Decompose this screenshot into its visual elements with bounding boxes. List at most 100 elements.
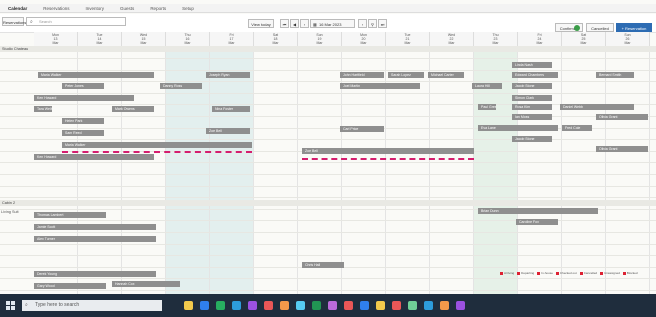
reservation-bar[interactable]: Helen Park	[62, 118, 104, 124]
app-icon[interactable]	[424, 301, 433, 310]
reservation-bar[interactable]: Alex Turner	[34, 236, 156, 242]
reservation-bar[interactable]: Ian Moss	[512, 114, 552, 120]
reservation-bar[interactable]: Sam Reed	[62, 130, 104, 136]
reservation-bar[interactable]: Tara Wells	[34, 106, 52, 112]
reservation-bar[interactable]: Ken Howard	[34, 95, 134, 101]
reservation-bar[interactable]: Michael Carter	[428, 72, 464, 78]
reservation-bar[interactable]: Danny Ross	[160, 83, 202, 89]
app-icon[interactable]	[392, 301, 401, 310]
reservation-bar[interactable]: Derek Young	[34, 271, 156, 277]
nav-tab-guests[interactable]: Guests	[112, 6, 142, 11]
reservation-bar[interactable]: Zoe Bell	[206, 128, 250, 134]
reservation-bar[interactable]: Maria Walker	[38, 72, 154, 78]
date-picker[interactable]: ▦ 16 Mar 2023	[310, 19, 355, 28]
app-icon[interactable]	[440, 301, 449, 310]
reservation-bar[interactable]: Caroline Fox	[516, 219, 558, 225]
day-column-header[interactable]: Wed 15 Mar	[122, 32, 166, 46]
app-icon[interactable]	[296, 301, 305, 310]
reservation-bar[interactable]: Chris Hall	[302, 262, 344, 268]
reservation-bar[interactable]: Paul Green	[478, 104, 496, 110]
prev-button[interactable]: ◀	[290, 19, 299, 28]
first-page-button[interactable]: ⏮	[280, 19, 289, 28]
nav-tab-calendar[interactable]: Calendar	[0, 6, 35, 11]
reservation-bar[interactable]: Jacob Stone	[512, 83, 552, 89]
next-day-button[interactable]: ›	[358, 19, 367, 28]
reservation-bar[interactable]: Zoe Bell	[302, 148, 474, 154]
reservation-bar[interactable]: Nina Foster	[212, 106, 250, 112]
day-column-header[interactable]: Mon 13 Mar	[34, 32, 78, 46]
reservation-bar[interactable]: Jacob Stone	[512, 136, 552, 142]
reservation-bar[interactable]: Maria Walker	[62, 142, 252, 148]
reservation-bar[interactable]: Peter Jones	[62, 83, 104, 89]
app-icon[interactable]	[216, 301, 225, 310]
reservation-bar[interactable]: Linda Nash	[512, 62, 552, 68]
nav-tab-setup[interactable]: Setup	[174, 6, 202, 11]
reservation-bar[interactable]: Rosa Kim	[512, 104, 552, 110]
reservation-bar[interactable]: Hannah Cox	[112, 281, 180, 287]
reservation-bar[interactable]: Olivia Grant	[596, 114, 648, 120]
day-column-header[interactable]: Thu 16 Mar	[166, 32, 210, 46]
day-column-header[interactable]: Mon 20 Mar	[342, 32, 386, 46]
day-column-header[interactable]: Thu 23 Mar	[474, 32, 518, 46]
app-icon[interactable]	[360, 301, 369, 310]
reservation-bar[interactable]: Brian Dunn	[478, 208, 598, 214]
cancelled-toggle[interactable]: Cancelled	[586, 23, 614, 32]
last-page-button[interactable]: ⏭	[378, 19, 387, 28]
filter-button[interactable]: ⚲	[368, 19, 377, 28]
search-input[interactable]: ⌕ Search	[26, 17, 126, 26]
mail-icon[interactable]	[232, 301, 241, 310]
reservation-bar[interactable]: Ken Howard	[34, 154, 154, 160]
reservation-bar[interactable]: Edward Chambers	[512, 72, 558, 78]
day-column[interactable]	[606, 46, 650, 294]
app-icon[interactable]	[456, 301, 465, 310]
nav-tab-reservations[interactable]: Reservations	[35, 6, 77, 11]
reservation-bar[interactable]: John Hartfield	[340, 72, 384, 78]
app-icon[interactable]	[344, 301, 353, 310]
day-column-header[interactable]: Tue 14 Mar	[78, 32, 122, 46]
day-column[interactable]	[298, 46, 342, 294]
app-icon[interactable]	[376, 301, 385, 310]
app-icon[interactable]	[312, 301, 321, 310]
day-column[interactable]	[210, 46, 254, 294]
day-column-header[interactable]: Sun 19 Mar	[298, 32, 342, 46]
reservation-bar[interactable]: Olivia Grant	[596, 146, 648, 152]
app-icon[interactable]	[248, 301, 257, 310]
reservation-bar[interactable]: Sarah Lopez	[388, 72, 424, 78]
app-icon[interactable]	[408, 301, 417, 310]
reservation-bar[interactable]: Gary Wood	[34, 283, 106, 289]
reservation-bar[interactable]: Fred Cole	[562, 125, 592, 131]
day-column-header[interactable]: Fri 17 Mar	[210, 32, 254, 46]
day-column[interactable]	[254, 46, 298, 294]
reservation-bar[interactable]: Simon Clark	[512, 95, 552, 101]
browser-icon[interactable]	[200, 301, 209, 310]
view-selector[interactable]: Reservations	[2, 17, 26, 26]
new-reservation-button[interactable]: + Reservation	[616, 23, 652, 32]
day-column[interactable]	[430, 46, 474, 294]
reservation-bar[interactable]: Laura Hill	[472, 83, 502, 89]
day-column-header[interactable]: Fri 24 Mar	[518, 32, 562, 46]
taskbar-search-input[interactable]: ⌕ Type here to search	[22, 300, 162, 311]
file-explorer-icon[interactable]	[184, 301, 193, 310]
day-column[interactable]	[562, 46, 606, 294]
reservation-bar[interactable]: Bernard Smith	[596, 72, 634, 78]
day-column-header[interactable]: Sat 25 Mar	[562, 32, 606, 46]
reservation-bar[interactable]: Joseph Ryan	[206, 72, 250, 78]
prev-day-button[interactable]: ‹	[300, 19, 309, 28]
day-column-header[interactable]: Sat 18 Mar	[254, 32, 298, 46]
nav-tab-inventory[interactable]: Inventory	[78, 6, 113, 11]
reservation-bar[interactable]: Daniel Webb	[560, 104, 634, 110]
day-column-header[interactable]: Sun 26 Mar	[606, 32, 650, 46]
view-today-button[interactable]: View today	[248, 19, 274, 28]
reservation-bar[interactable]: Eva Lane	[478, 125, 558, 131]
app-icon[interactable]	[264, 301, 273, 310]
reservation-bar[interactable]: Joel Martin	[340, 83, 420, 89]
app-icon[interactable]	[328, 301, 337, 310]
reservation-bar[interactable]: Carl Price	[340, 126, 384, 132]
day-column-header[interactable]: Tue 21 Mar	[386, 32, 430, 46]
reservation-bar[interactable]: Jamie Scott	[34, 224, 156, 230]
reservation-bar[interactable]: Thomas Lambert	[34, 212, 106, 218]
day-column-header[interactable]: Wed 22 Mar	[430, 32, 474, 46]
windows-start-icon[interactable]	[6, 301, 15, 310]
nav-tab-reports[interactable]: Reports	[142, 6, 174, 11]
reservation-bar[interactable]: Mark Owens	[112, 106, 154, 112]
